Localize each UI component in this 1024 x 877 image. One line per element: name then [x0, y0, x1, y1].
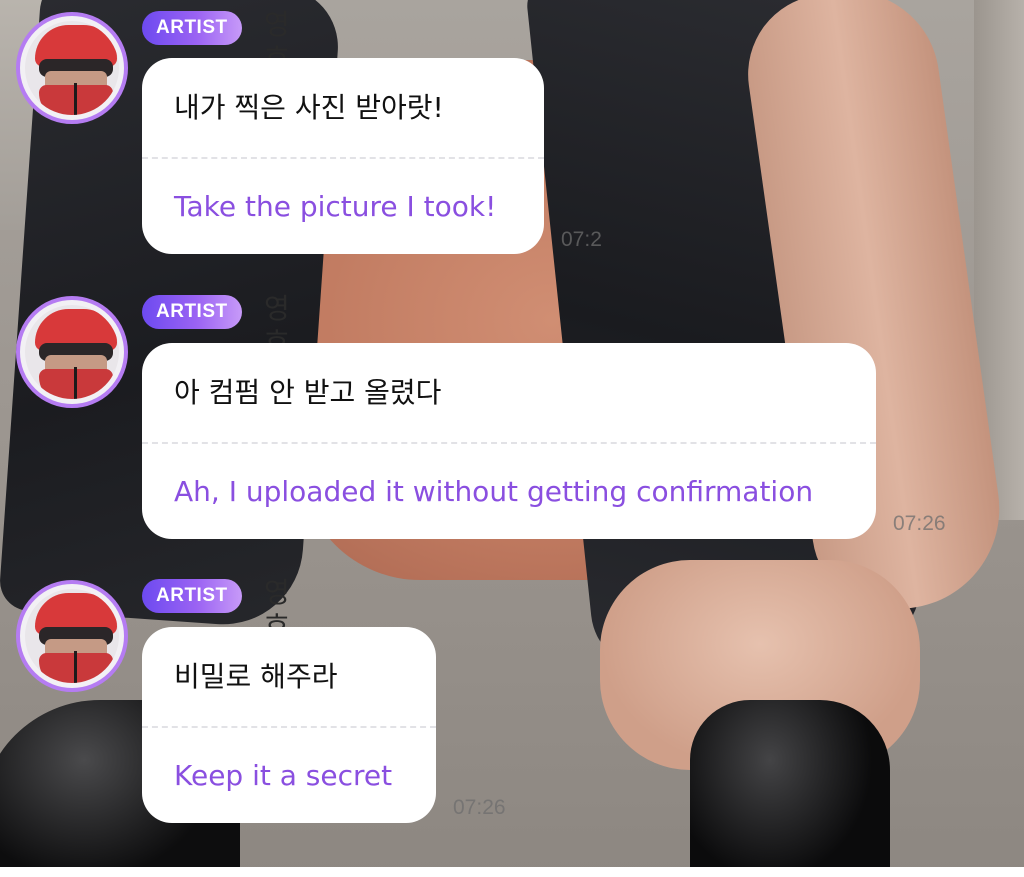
- background-shoe-right: [690, 700, 890, 877]
- message-timestamp: 07:26: [893, 512, 946, 535]
- message-original-text: 아 컴펌 안 받고 올렸다: [174, 376, 442, 409]
- avatar-icon: [25, 21, 119, 115]
- artist-avatar[interactable]: [16, 580, 128, 692]
- artist-badge: ARTIST: [142, 579, 242, 613]
- artist-badge: ARTIST: [142, 11, 242, 45]
- artist-badge: ARTIST: [142, 295, 242, 329]
- message-bubble[interactable]: 내가 찍은 사진 받아랏! Take the picture I took!: [142, 58, 544, 254]
- artist-avatar[interactable]: [16, 296, 128, 408]
- message-timestamp: 07:2: [561, 228, 602, 251]
- message-translation-text: Take the picture I took!: [174, 190, 497, 223]
- bottom-strip: [0, 867, 1024, 877]
- message-original-text: 비밀로 해주라: [174, 660, 338, 693]
- message-bubble[interactable]: 아 컴펌 안 받고 올렸다 Ah, I uploaded it without …: [142, 343, 876, 539]
- artist-avatar[interactable]: [16, 12, 128, 124]
- message-timestamp: 07:26: [453, 796, 506, 819]
- avatar-zip: [74, 651, 77, 683]
- message-translation-text: Ah, I uploaded it without getting confir…: [174, 475, 814, 508]
- message-bubble[interactable]: 비밀로 해주라 Keep it a secret: [142, 627, 436, 823]
- message-original-text: 내가 찍은 사진 받아랏!: [174, 91, 444, 124]
- avatar-zip: [74, 367, 77, 399]
- avatar-icon: [25, 589, 119, 683]
- message-translation-text: Keep it a secret: [174, 759, 393, 792]
- avatar-zip: [74, 83, 77, 115]
- avatar-icon: [25, 305, 119, 399]
